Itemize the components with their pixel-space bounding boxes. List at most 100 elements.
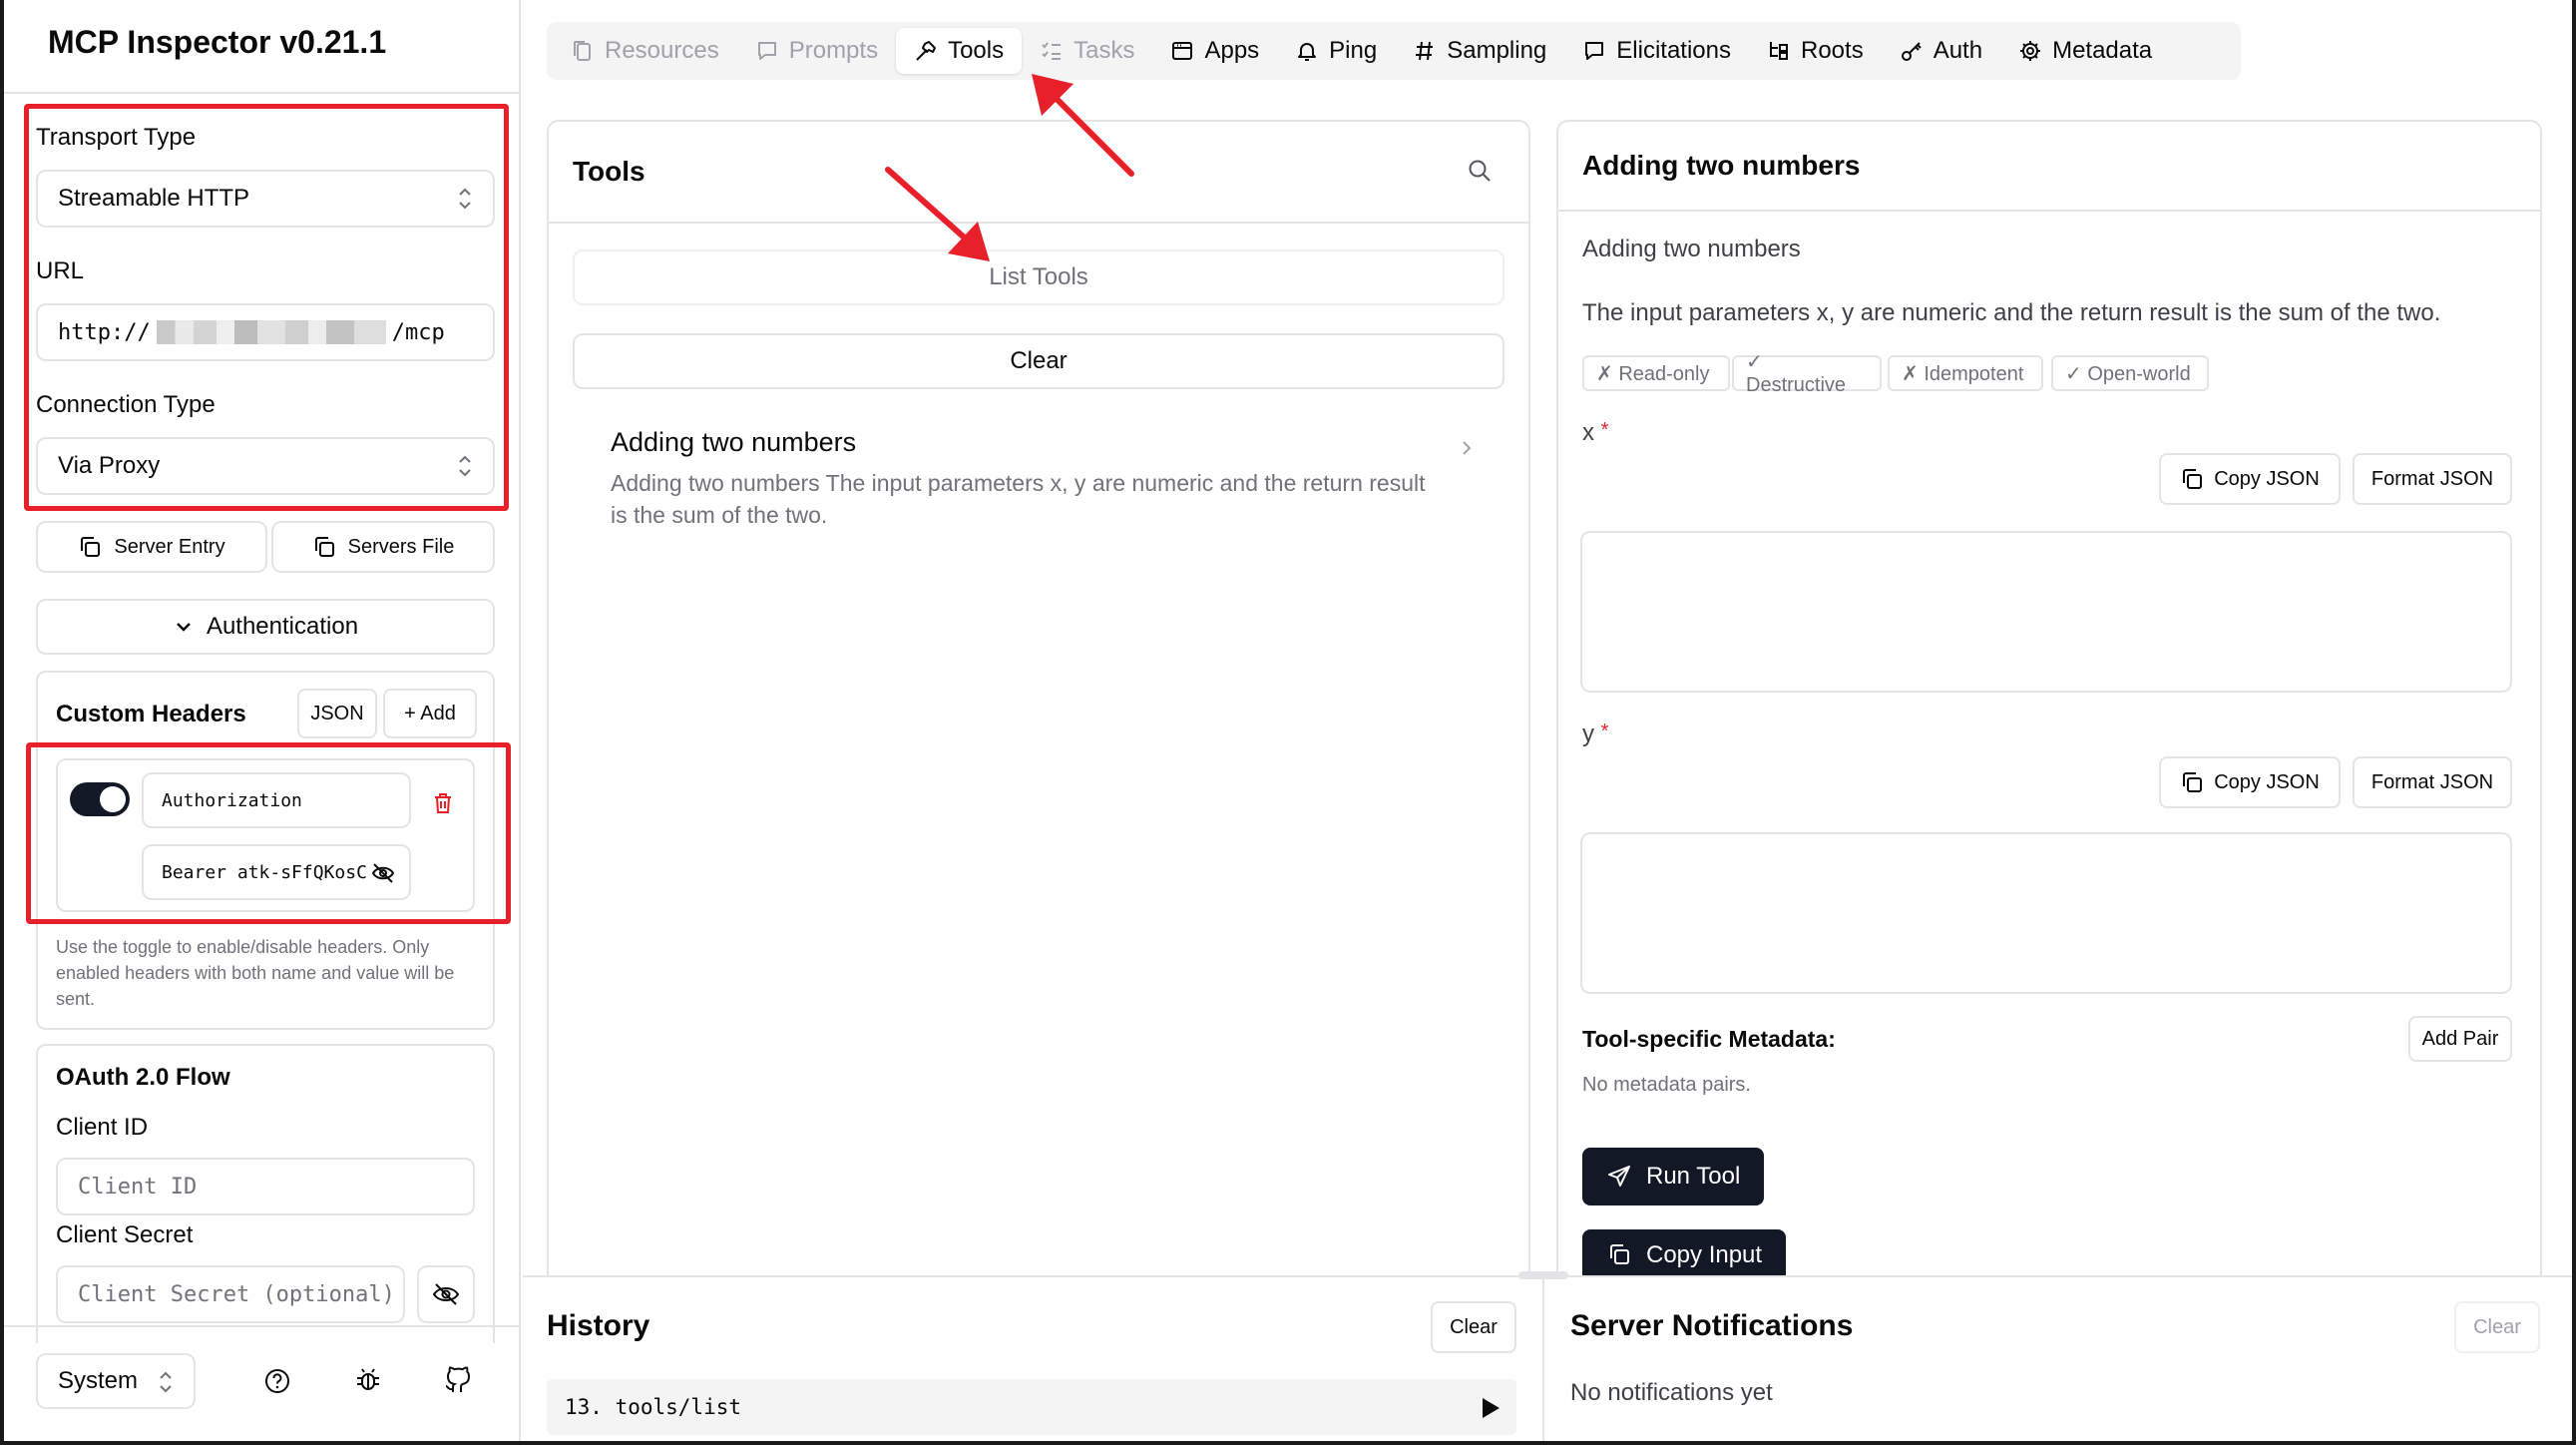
play-icon[interactable] [1481,1397,1501,1419]
copy-icon [81,537,101,557]
add-pair-button[interactable]: Add Pair [2408,1016,2512,1062]
help-circle-icon[interactable] [263,1367,291,1395]
param-y-label: y * [1582,721,1608,748]
tab-sampling[interactable]: Sampling [1395,28,1564,74]
copy-icon [314,537,334,557]
folder-tree-icon [1770,42,1788,60]
run-tool-button[interactable]: Run Tool [1582,1148,1765,1205]
oauth-title: OAuth 2.0 Flow [56,1064,230,1091]
annotation-arrow-tools-tab [1032,74,1134,177]
bug-icon[interactable] [353,1365,383,1395]
theme-value: System [58,1367,139,1394]
search-icon[interactable] [1467,158,1493,184]
history-entry[interactable]: 13. tools/list [547,1379,1516,1435]
tab-label: Resources [605,37,719,64]
tab-label: Metadata [2052,37,2153,64]
server-entry-label: Server Entry [114,535,225,558]
tab-label: Sampling [1447,37,1547,64]
tab-label: Apps [1204,37,1260,64]
main-tabs: Resources Prompts Tools Tasks Apps Ping … [547,22,2241,80]
tab-roots[interactable]: Roots [1749,28,1882,74]
tab-label: Tools [948,37,1005,64]
servers-file-button[interactable]: Servers File [271,521,495,573]
add-header-button[interactable]: + Add [383,689,477,738]
clear-tools-button[interactable]: Clear [573,333,1504,389]
param-x-name: x [1582,419,1594,446]
clear-history-button[interactable]: Clear [1431,1301,1516,1353]
copy-input-button[interactable]: Copy Input [1582,1229,1787,1275]
detail-description: The input parameters x, y are numeric an… [1582,299,2441,326]
toggle-secret-visibility-button[interactable] [417,1265,475,1323]
sidebar-divider [4,92,519,94]
tab-tools[interactable]: Tools [896,28,1023,74]
detail-header-divider [1558,210,2540,212]
copy-icon [2183,772,2203,792]
client-id-label: Client ID [56,1114,149,1141]
badge-open-world: ✓ Open-world [2051,355,2209,391]
badge-idempotent: ✗ Idempotent [1888,355,2043,391]
servers-file-label: Servers File [347,535,455,558]
client-id-input[interactable]: Client ID [56,1158,475,1215]
sidebar: MCP Inspector v0.21.1 Transport Type Str… [4,0,521,1441]
tab-label: Prompts [788,37,879,64]
headers-json-button[interactable]: JSON [297,689,377,738]
clear-notifications-button[interactable]: Clear [2454,1301,2540,1353]
gear-icon [2020,41,2041,61]
key-icon [1901,42,1922,61]
tool-detail-panel: Adding two numbers [1556,120,2542,1277]
client-secret-input[interactable]: Client Secret (optional) [56,1265,405,1323]
chevron-right-icon [1463,441,1472,455]
tab-tasks[interactable]: Tasks [1022,28,1152,74]
format-json-y-button[interactable]: Format JSON [2353,756,2512,808]
tool-metadata-title: Tool-specific Metadata: [1582,1026,1836,1052]
run-tool-label: Run Tool [1646,1163,1741,1190]
badge-destructive: ✓ Destructive [1732,351,1882,396]
notifications-empty-text: No notifications yet [1570,1379,1773,1406]
copy-json-label: Copy JSON [2214,467,2320,490]
param-x-editor[interactable] [1580,531,2512,693]
sidebar-footer-divider [4,1325,519,1327]
authentication-toggle[interactable]: Authentication [36,599,495,655]
hammer-icon [916,41,937,61]
copy-json-y-button[interactable]: Copy JSON [2159,756,2341,808]
tab-metadata[interactable]: Metadata [2000,28,2170,74]
tool-description: Adding two numbers The input parameters … [611,470,1426,528]
no-metadata-text: No metadata pairs. [1582,1074,1751,1096]
copy-icon [1610,1244,1629,1264]
chevron-down-icon [177,623,191,632]
github-icon[interactable] [443,1365,471,1395]
copy-json-x-button[interactable]: Copy JSON [2159,453,2341,505]
param-y-editor[interactable] [1580,832,2512,994]
tab-label: Ping [1329,37,1378,64]
tab-ping[interactable]: Ping [1277,28,1395,74]
server-entry-button[interactable]: Server Entry [36,521,267,573]
tab-prompts[interactable]: Prompts [737,28,896,74]
tab-label: Elicitations [1616,37,1731,64]
annotation-arrow-list-tools [885,167,990,261]
list-tools-button[interactable]: List Tools [573,249,1504,305]
tools-panel-title: Tools [573,156,645,187]
eye-off-icon [432,1283,460,1305]
theme-select[interactable]: System [36,1353,196,1409]
tab-resources[interactable]: Resources [553,28,737,74]
send-icon [1608,1166,1630,1187]
files-icon [574,41,591,61]
custom-headers-title: Custom Headers [56,701,246,727]
tool-list-item[interactable]: Adding two numbers Adding two numbers Th… [573,417,1504,547]
app-title: MCP Inspector v0.21.1 [48,24,387,60]
list-checks-icon [1042,42,1062,60]
required-mark: * [1600,721,1609,742]
tab-elicitations[interactable]: Elicitations [1564,28,1749,74]
param-y-name: y [1582,721,1594,747]
format-json-x-button[interactable]: Format JSON [2353,453,2512,505]
param-x-label: x * [1582,419,1608,447]
tab-auth[interactable]: Auth [1882,28,2000,74]
headers-help-text: Use the toggle to enable/disable headers… [56,937,455,1009]
tab-label: Roots [1801,37,1864,64]
tools-list-panel: Tools List Tools Clear Adding two number… [547,120,1530,1277]
message-icon [757,42,776,60]
authentication-label: Authentication [206,613,359,640]
client-secret-placeholder: Client Secret (optional) [78,1281,395,1307]
tab-apps[interactable]: Apps [1152,28,1277,74]
tab-label: Auth [1932,37,1983,64]
